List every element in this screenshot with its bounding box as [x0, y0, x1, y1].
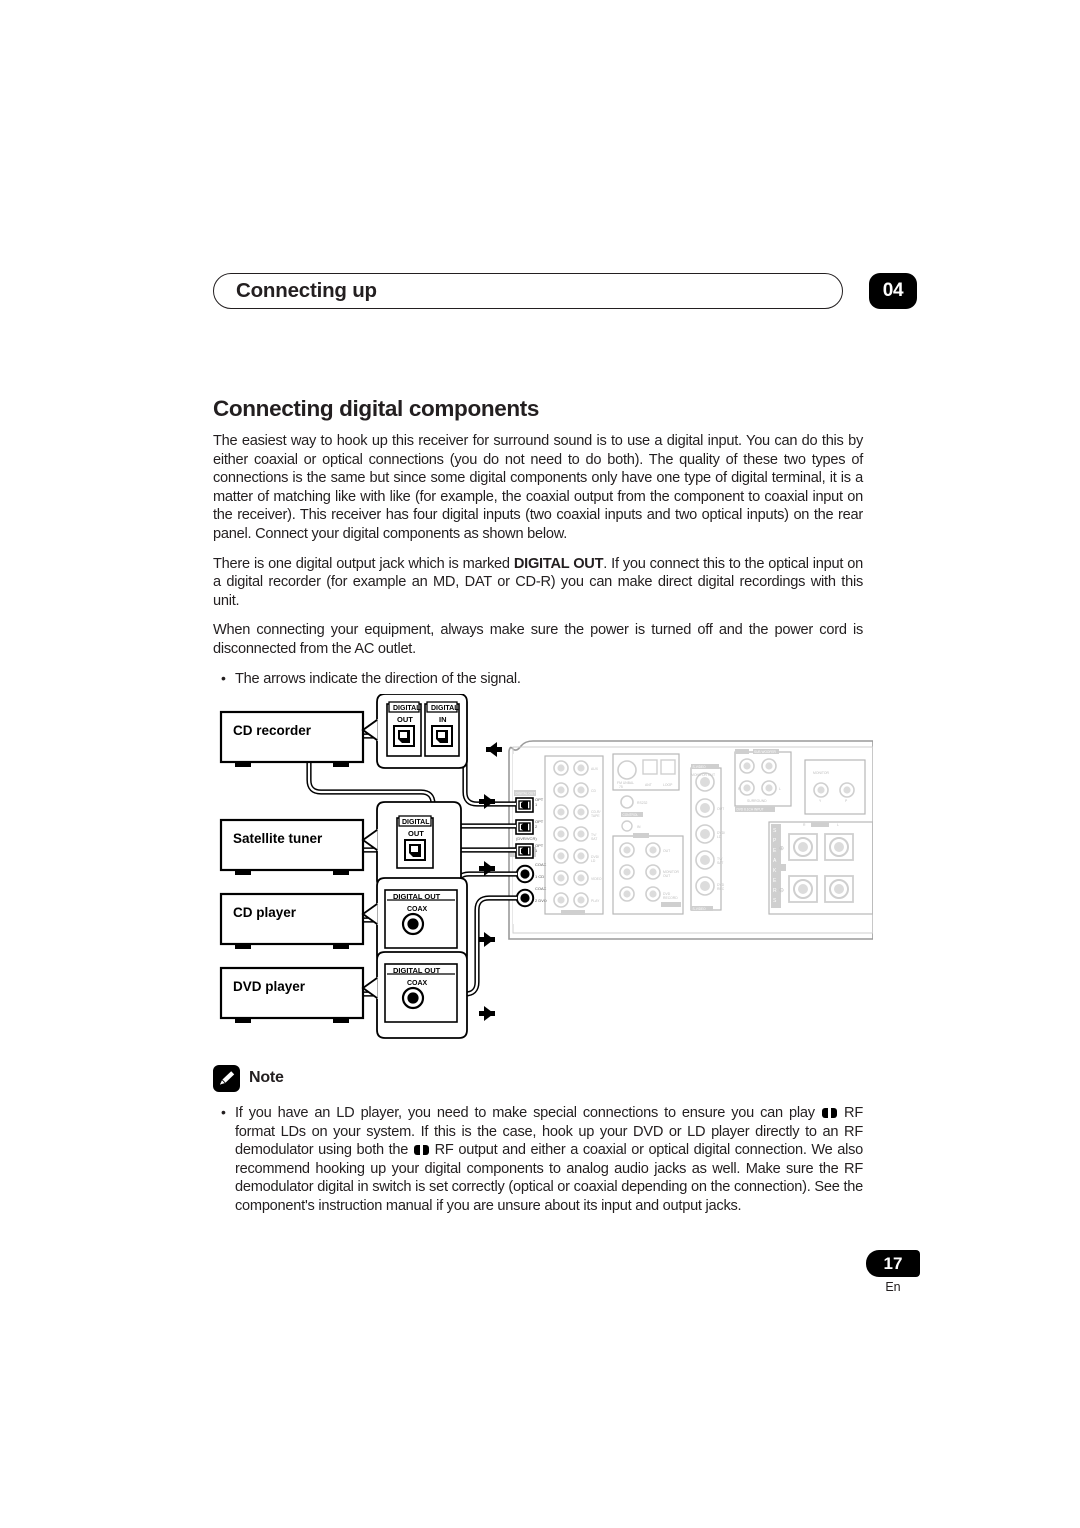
bullet-item: The arrows indicate the direction of the…: [213, 669, 863, 689]
svg-text:S-VIDEO: S-VIDEO: [693, 765, 707, 769]
svg-text:SUB WOOFER: SUB WOOFER: [754, 750, 776, 754]
note-block: Note If you have an LD player, you need …: [213, 1063, 863, 1218]
svg-text:TAPE: TAPE: [591, 814, 600, 818]
device-dvd-player: DVD player: [219, 966, 365, 1023]
paragraph-3: When connecting your equipment, always m…: [213, 622, 863, 657]
page-footer: 17 En: [866, 1250, 926, 1294]
page-language: En: [885, 1280, 901, 1294]
svg-text:VIDEO: VIDEO: [591, 877, 602, 881]
main-content: Connecting digital components The easies…: [213, 396, 863, 690]
svg-text:(DVR/VCR): (DVR/VCR): [516, 836, 537, 841]
svg-text:LD: LD: [717, 835, 722, 839]
arrow-right-cd-player: [479, 932, 495, 947]
pencil-icon: [213, 1064, 240, 1092]
svg-text:OUT: OUT: [717, 807, 724, 811]
svg-text:L: L: [779, 787, 781, 791]
svg-text:PLAY: PLAY: [591, 899, 600, 903]
arrow-right-dvd-player: [479, 1006, 495, 1021]
device-label-cd-recorder: CD recorder: [233, 723, 312, 738]
jack-label-coax-2: COAX: [407, 980, 428, 987]
svg-text:LOOP: LOOP: [663, 783, 673, 787]
note-text-a: If you have an LD player, you need to ma…: [235, 1105, 821, 1121]
jack-label-digital-out: DIGITAL OUT: [393, 892, 441, 901]
svg-text:RS232: RS232: [637, 801, 647, 805]
connection-diagram: .dev { fill:#fff; stroke:#000; stroke-wi…: [213, 694, 873, 1044]
svg-text:OUT: OUT: [663, 874, 670, 878]
svg-text:L: L: [837, 823, 839, 827]
section-title: Connecting digital components: [213, 396, 540, 421]
jack-label-digital-2: DIGITAL: [431, 705, 459, 712]
paragraph-2: There is one digital output jack which i…: [213, 555, 863, 611]
svg-text:CONTROL: CONTROL: [623, 813, 639, 817]
note-bullet-list: If you have an LD player, you need to ma…: [213, 1103, 863, 1216]
digital-out-emphasis: DIGITAL OUT: [513, 555, 604, 572]
chapter-badge: 04: [869, 273, 917, 309]
device-cd-player: CD player: [219, 892, 365, 949]
svg-text:MONITOR OUT: MONITOR OUT: [691, 773, 715, 777]
svg-text:IN: IN: [637, 825, 641, 829]
svg-text:LD: LD: [591, 859, 596, 863]
callout-satellite-tuner-jack: DIGITAL OUT: [361, 801, 462, 889]
svg-text:DIGITAL OUT: DIGITAL OUT: [516, 792, 536, 796]
svg-text:RECORD: RECORD: [663, 896, 678, 900]
svg-text:⊖: ⊖: [779, 888, 784, 894]
bullet-list: The arrows indicate the direction of the…: [213, 669, 863, 689]
callout-cd-recorder-jacks: DIGITAL OUT DIGITAL IN: [361, 694, 468, 769]
svg-text:R: R: [803, 823, 806, 827]
svg-text:SAT: SAT: [717, 861, 723, 865]
running-header: Connecting up 04: [213, 273, 917, 311]
svg-text:MONITOR: MONITOR: [813, 771, 829, 775]
paragraph-2-text-a: There is one digital output jack which i…: [213, 555, 514, 572]
svg-text:S-VIDEO: S-VIDEO: [693, 907, 707, 911]
jack-label-digital-out-2: DIGITAL OUT: [393, 966, 441, 975]
note-bullet-item: If you have an LD player, you need to ma…: [213, 1103, 863, 1216]
device-label-dvd-player: DVD player: [233, 979, 306, 994]
svg-text:SAT: SAT: [591, 837, 597, 841]
svg-text:Y: Y: [819, 799, 822, 803]
paragraph-1: The easiest way to hook up this receiver…: [213, 433, 863, 542]
dolby-digital-icon: [821, 1108, 837, 1118]
note-header: Note: [213, 1063, 863, 1093]
svg-text:OUT: OUT: [663, 849, 670, 853]
svg-text:1: 1: [535, 848, 538, 853]
device-label-satellite-tuner: Satellite tuner: [233, 831, 323, 846]
signal-direction-arrows: [479, 742, 502, 1021]
svg-text:1 CD: 1 CD: [535, 874, 544, 879]
arrow-left-cd-recorder: [486, 742, 502, 757]
svg-text:2: 2: [535, 824, 538, 829]
dolby-digital-icon-2: [413, 1145, 429, 1156]
page-title: Connecting up: [236, 279, 377, 302]
jack-label-digital-3: DIGITAL: [402, 819, 430, 826]
device-label-cd-player: CD player: [233, 905, 297, 920]
svg-text:75: 75: [619, 785, 623, 789]
jack-label-out: OUT: [397, 715, 413, 724]
jack-label-out-2: OUT: [408, 829, 424, 838]
svg-text:P: P: [845, 799, 848, 803]
svg-text:AUX: AUX: [591, 767, 599, 771]
svg-text:DVD 6.1CH INPUT: DVD 6.1CH INPUT: [737, 808, 764, 812]
arrow-right-cd-recorder: [479, 794, 495, 809]
svg-text:R: R: [773, 888, 777, 894]
jack-label-coax: COAX: [407, 906, 428, 913]
svg-text:ANT: ANT: [645, 783, 652, 787]
svg-text:⊕: ⊕: [779, 846, 784, 852]
svg-text:CD: CD: [591, 789, 596, 793]
receiver-rear-panel: DIGITAL OUT DIGITAL IN OPT 1 OPT 2 (DVR/…: [508, 740, 873, 940]
device-cd-recorder: CD recorder: [219, 710, 365, 767]
jack-label-in: IN: [439, 715, 447, 724]
device-satellite-tuner: Satellite tuner: [219, 818, 365, 875]
note-label: Note: [249, 1069, 284, 1086]
page-number-badge: 17: [866, 1250, 920, 1277]
jack-label-digital: DIGITAL: [393, 705, 421, 712]
callout-cd-player-jack: DIGITAL OUT COAX: [361, 877, 468, 965]
svg-text:REC: REC: [717, 887, 725, 891]
svg-text:SURROUND: SURROUND: [747, 799, 767, 803]
svg-text:1: 1: [535, 802, 538, 807]
callout-dvd-player-jack: DIGITAL OUT COAX: [361, 951, 468, 1039]
